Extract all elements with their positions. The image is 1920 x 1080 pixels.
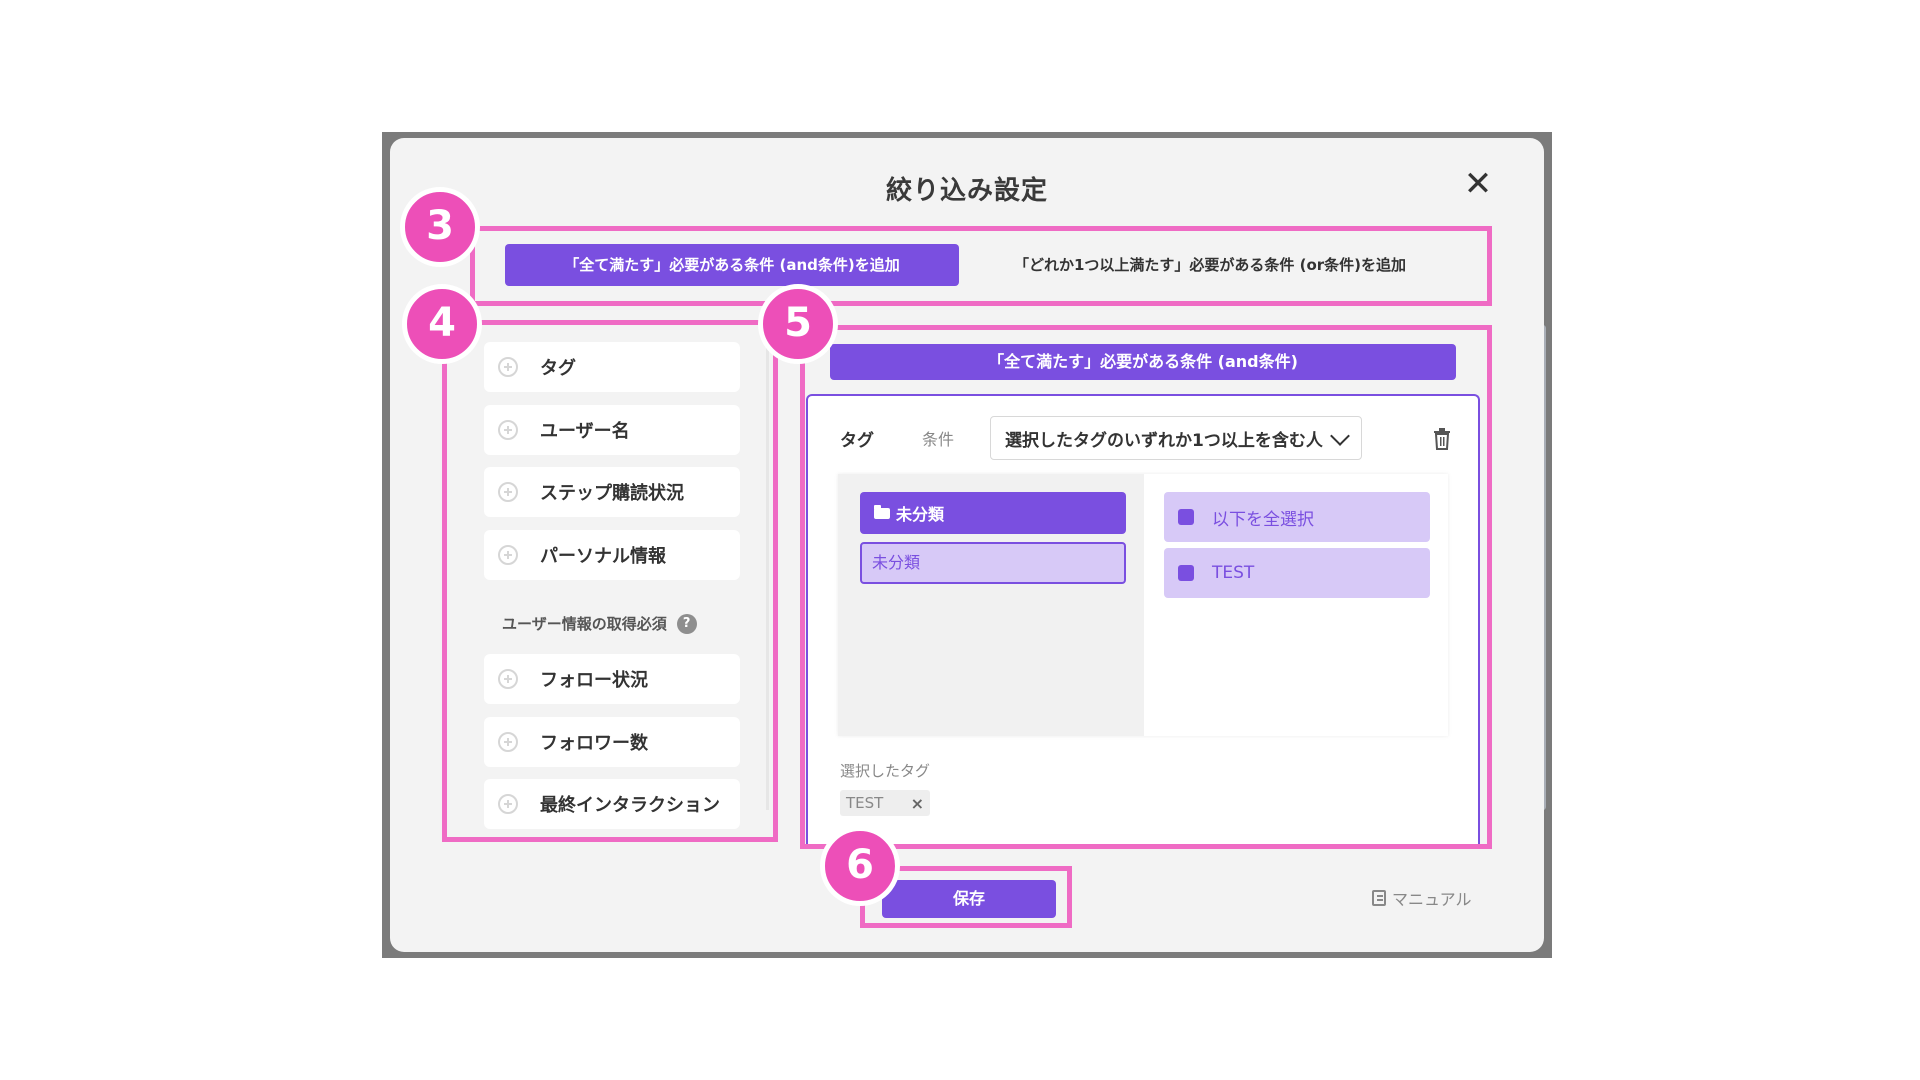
condition-label: 最終インタラクション: [540, 795, 720, 816]
plus-circle-icon: [498, 794, 518, 814]
condition-item-follow-status[interactable]: フォロー状況: [484, 654, 740, 704]
condition-label: ユーザー名: [540, 421, 630, 442]
condition-label: パーソナル情報: [540, 546, 666, 567]
condition-operator-label: 条件: [922, 430, 955, 449]
tag-option-label: 以下を全選択: [1212, 509, 1314, 530]
condition-item-personal-info[interactable]: パーソナル情報: [484, 530, 740, 580]
user-info-required-heading: ユーザー情報の取得必須 ?: [502, 613, 697, 634]
plus-circle-icon: [498, 482, 518, 502]
chevron-down-icon: [1330, 426, 1350, 446]
manual-label: マニュアル: [1392, 890, 1472, 909]
condition-item-tag[interactable]: タグ: [484, 342, 740, 392]
save-button[interactable]: 保存: [882, 880, 1056, 918]
select-value: 選択したタグのいずれか1つ以上を含む人: [1005, 430, 1323, 451]
plus-circle-icon: [498, 545, 518, 565]
tag-option-label: TEST: [1212, 563, 1255, 583]
trash-icon[interactable]: [1432, 428, 1452, 450]
condition-item-follower-count[interactable]: フォロワー数: [484, 717, 740, 767]
folder-subitem-uncategorized[interactable]: 未分類: [860, 542, 1126, 584]
section-title: ユーザー情報の取得必須: [502, 615, 667, 633]
condition-label: フォロワー数: [540, 733, 648, 754]
folder-label: 未分類: [896, 505, 945, 524]
add-or-condition-button[interactable]: 「どれか1つ以上満たす」必要がある条件 (or条件)を追加: [990, 244, 1430, 286]
add-and-condition-button[interactable]: 「全て満たす」必要がある条件 (and条件)を追加: [505, 244, 959, 286]
chip-label: TEST: [846, 794, 884, 812]
step-badge-6: 6: [820, 826, 900, 906]
folder-item-uncategorized[interactable]: 未分類: [860, 492, 1126, 534]
plus-circle-icon: [498, 669, 518, 689]
condition-label: フォロー状況: [540, 670, 648, 691]
condition-type-label: タグ: [840, 431, 874, 451]
plus-circle-icon: [498, 357, 518, 377]
folder-icon: [874, 504, 890, 519]
close-icon[interactable]: ✕: [1462, 167, 1494, 201]
condition-list-scrollbar[interactable]: [766, 330, 769, 810]
remove-tag-icon[interactable]: ×: [911, 794, 924, 813]
tag-option-test[interactable]: TEST: [1164, 548, 1430, 598]
condition-item-last-interaction[interactable]: 最終インタラクション: [484, 779, 740, 829]
manual-link[interactable]: マニュアル: [1372, 886, 1472, 910]
condition-item-step-status[interactable]: ステップ購読状況: [484, 467, 740, 517]
help-icon[interactable]: ?: [676, 613, 697, 634]
condition-label: タグ: [540, 358, 576, 379]
step-badge-5: 5: [758, 284, 838, 364]
selected-tags-label: 選択したタグ: [840, 762, 931, 780]
plus-circle-icon: [498, 732, 518, 752]
modal-title: 絞り込み設定: [885, 176, 1048, 206]
tag-option-select-all[interactable]: 以下を全選択: [1164, 492, 1430, 542]
and-condition-header: 「全て満たす」必要がある条件 (and条件): [830, 344, 1456, 380]
checkbox[interactable]: [1178, 565, 1194, 581]
selected-tag-chip: TEST ×: [840, 790, 930, 816]
checkbox[interactable]: [1178, 509, 1194, 525]
plus-circle-icon: [498, 420, 518, 440]
condition-item-username[interactable]: ユーザー名: [484, 405, 740, 455]
step-badge-4: 4: [402, 284, 482, 364]
step-badge-3: 3: [400, 187, 480, 267]
condition-operator-select[interactable]: 選択したタグのいずれか1つ以上を含む人: [990, 416, 1362, 460]
book-icon: [1372, 890, 1386, 906]
condition-label: ステップ購読状況: [540, 483, 684, 504]
